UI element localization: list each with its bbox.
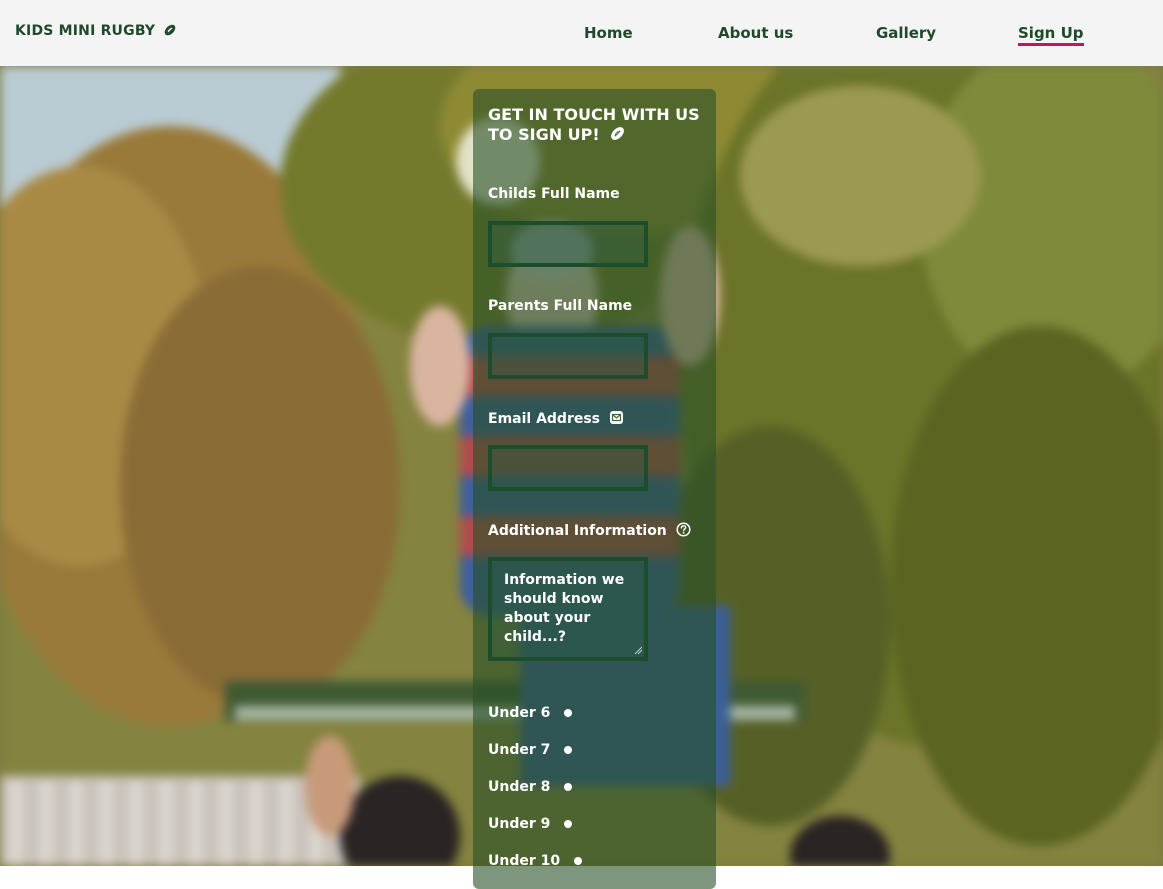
age-group-option[interactable]: Under 6 xyxy=(488,703,573,723)
age-group-option[interactable]: Under 9 xyxy=(488,814,573,834)
nav-link-sign-up[interactable]: Sign Up xyxy=(1018,24,1084,46)
age-group-label: Under 6 xyxy=(488,705,551,721)
additional-info-label: Additional Information xyxy=(488,522,691,541)
brand-text: KIDS MINI RUGBY xyxy=(15,23,156,39)
age-group-option[interactable]: Under 8 xyxy=(488,777,573,797)
form-title: GET IN TOUCH WITH US TO SIGN UP! xyxy=(488,105,708,147)
radio-button[interactable] xyxy=(564,746,573,754)
envelope-icon xyxy=(609,410,624,429)
child-name-label: Childs Full Name xyxy=(488,186,620,202)
rugby-ball-icon xyxy=(609,125,626,147)
site-logo[interactable]: KIDS MINI RUGBY xyxy=(15,23,177,41)
nav-link-about-us[interactable]: About us xyxy=(718,24,793,42)
child-name-input[interactable] xyxy=(488,221,648,267)
age-group-label: Under 7 xyxy=(488,742,551,758)
age-group-option[interactable]: Under 7 xyxy=(488,740,573,760)
parent-name-label: Parents Full Name xyxy=(488,298,633,314)
radio-button[interactable] xyxy=(564,783,573,791)
radio-button[interactable] xyxy=(564,709,573,717)
age-group-label: Under 9 xyxy=(488,816,551,832)
parent-name-input[interactable] xyxy=(488,333,648,379)
question-circle-icon xyxy=(676,522,691,541)
navbar: KIDS MINI RUGBY Home About us Gallery Si… xyxy=(0,0,1163,66)
email-input[interactable] xyxy=(488,445,648,491)
additional-info-label-text: Additional Information xyxy=(488,523,667,539)
age-group-label: Under 10 xyxy=(488,853,561,869)
signup-form-panel: GET IN TOUCH WITH US TO SIGN UP! Childs … xyxy=(473,89,716,889)
radio-button[interactable] xyxy=(564,820,573,828)
rugby-ball-icon xyxy=(163,23,177,41)
resize-grip-icon[interactable] xyxy=(634,646,642,654)
radio-button[interactable] xyxy=(574,857,583,865)
email-label-text: Email Address xyxy=(488,411,601,427)
age-group-option[interactable]: Under 10 xyxy=(488,851,583,871)
nav-link-home[interactable]: Home xyxy=(584,24,633,42)
additional-info-textarea[interactable] xyxy=(488,557,648,661)
age-group-label: Under 8 xyxy=(488,779,551,795)
nav-link-gallery[interactable]: Gallery xyxy=(876,24,936,42)
form-title-text: GET IN TOUCH WITH US TO SIGN UP! xyxy=(488,105,700,144)
email-label: Email Address xyxy=(488,410,624,429)
